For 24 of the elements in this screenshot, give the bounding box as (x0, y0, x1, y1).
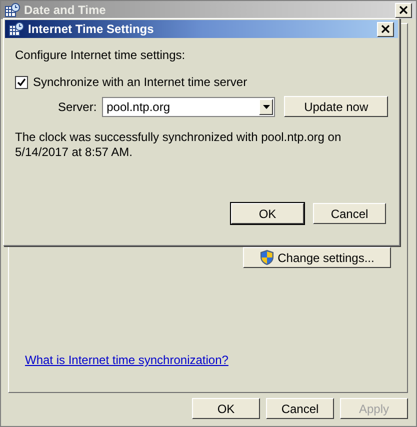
server-label: Server: (58, 98, 98, 116)
sync-status-message: The clock was successfully synchronized with pool.ntp.org on 5/14/2017 at 8:57 AM. (15, 130, 342, 160)
dialog-title: Internet Time Settings (28, 21, 155, 38)
help-link[interactable]: What is Internet time synchronization? (25, 353, 228, 367)
window-title: Date and Time (24, 2, 107, 19)
shield-icon (260, 250, 274, 265)
checkbox-label: Synchronize with an Internet time server (33, 74, 248, 91)
dialog-button[interactable]: OK (231, 203, 304, 224)
change-settings-button[interactable]: Change settings... (243, 247, 391, 268)
caret-icon (262, 104, 270, 108)
close-button[interactable] (395, 2, 412, 18)
dialog-button[interactable]: Cancel (313, 203, 386, 224)
close-button[interactable] (377, 22, 394, 36)
dropdown-button[interactable] (259, 98, 274, 114)
dialog-button[interactable]: OK (192, 398, 260, 419)
server-combobox[interactable]: pool.ntp.org (102, 96, 276, 116)
section-heading: Configure Internet time settings: (15, 47, 186, 64)
calendar-clock-icon (9, 22, 24, 36)
checkmark-icon (17, 78, 26, 86)
dialog-button[interactable]: Cancel (266, 398, 334, 419)
sync-checkbox[interactable] (15, 76, 28, 88)
update-now-button[interactable]: Update now (284, 96, 388, 117)
close-icon (399, 6, 408, 14)
close-icon (381, 25, 390, 33)
